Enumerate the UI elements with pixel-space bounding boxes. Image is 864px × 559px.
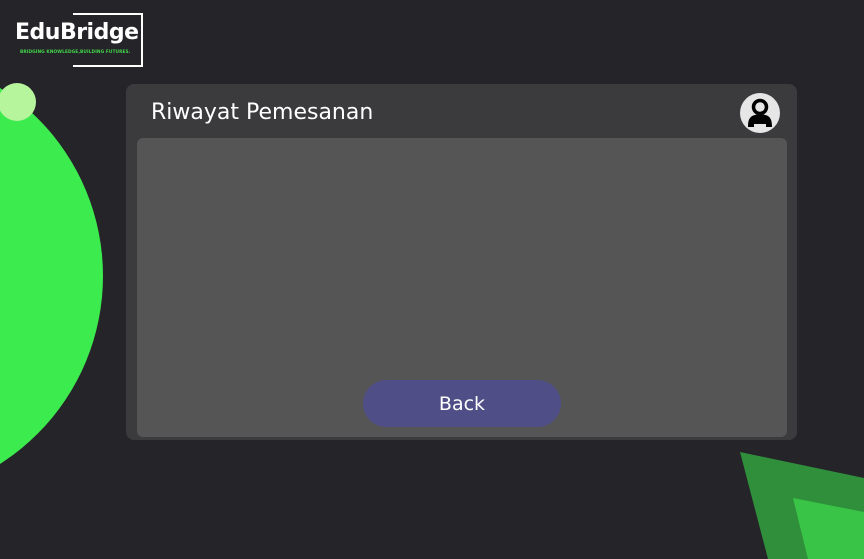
logo-title: EduBridge: [15, 20, 139, 45]
page-title: Riwayat Pemesanan: [151, 100, 374, 125]
edubridge-logo[interactable]: EduBridge BRIDGING KNOWLEDGE,BUILDING FU…: [12, 12, 144, 67]
logo-tagline: BRIDGING KNOWLEDGE,BUILDING FUTURES.: [20, 50, 131, 55]
back-button[interactable]: Back: [363, 380, 561, 427]
order-history-list: Back: [137, 138, 787, 437]
order-history-panel: Riwayat Pemesanan Back: [126, 84, 797, 440]
user-avatar-icon[interactable]: [740, 93, 780, 133]
person-icon: [748, 98, 772, 127]
